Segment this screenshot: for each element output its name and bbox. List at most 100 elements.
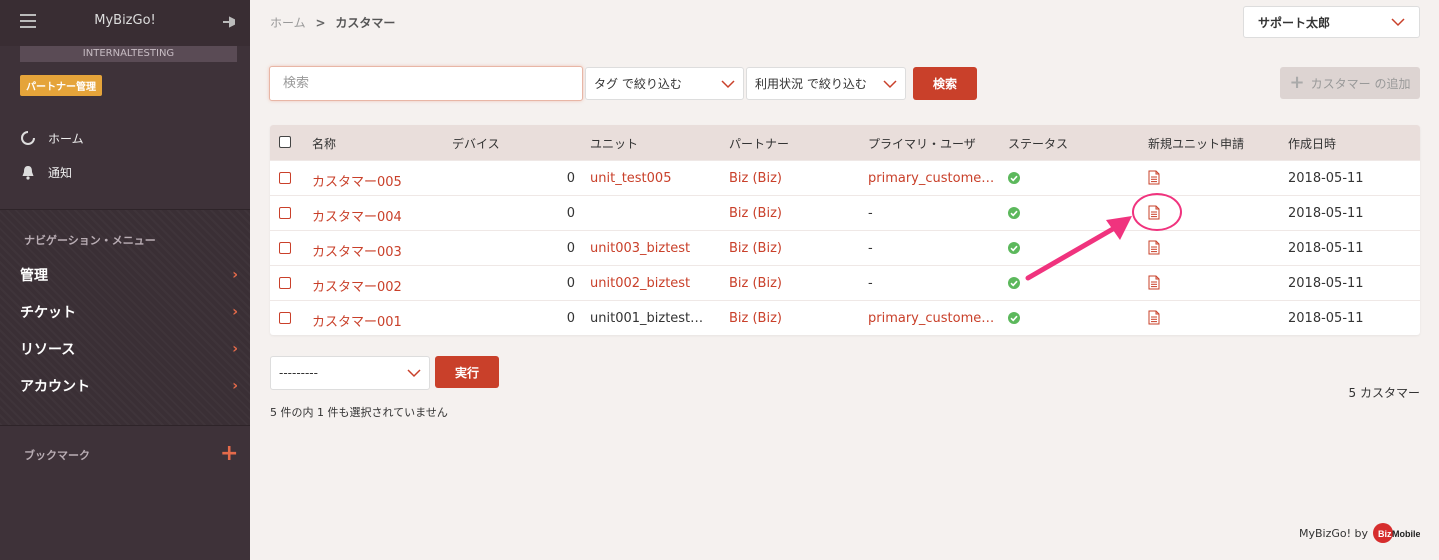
partner-link[interactable]: Biz (Biz) xyxy=(729,206,859,221)
user-menu[interactable]: サポート太郎 xyxy=(1243,6,1420,38)
run-button[interactable]: 実行 xyxy=(435,356,499,388)
footer-text: MyBizGo! by xyxy=(1298,526,1368,540)
device-count: 0 xyxy=(566,276,575,291)
row-checkbox[interactable] xyxy=(279,172,291,184)
add-customer-button[interactable]: + カスタマー の追加 xyxy=(1280,67,1420,99)
document-icon[interactable] xyxy=(1148,170,1160,185)
customer-table: 名称 デバイス ユニット パートナー プライマリ・ユーザ ステータス 新規ユニッ… xyxy=(270,125,1420,335)
nav-item-resources[interactable]: リソース › xyxy=(20,338,238,360)
customer-name-link[interactable]: カスタマー003 xyxy=(312,241,442,260)
document-icon[interactable] xyxy=(1148,275,1160,290)
bookmark-heading: ブックマーク xyxy=(24,449,90,462)
sidebar-link-notifications[interactable]: 通知 xyxy=(20,162,72,182)
primary-user[interactable]: primary_customer001 xyxy=(868,311,995,326)
partner-link[interactable]: Biz (Biz) xyxy=(729,241,859,256)
row-checkbox[interactable] xyxy=(279,242,291,254)
customer-name-link[interactable]: カスタマー004 xyxy=(312,206,442,225)
sidebar: MyBizGo! INTERNALTESTING パートナー管理 ホーム 通知 … xyxy=(0,0,250,560)
nav-item-admin[interactable]: 管理 › xyxy=(20,264,238,286)
created-date: 2018-05-11 xyxy=(1288,276,1364,291)
add-customer-label: カスタマー の追加 xyxy=(1310,76,1411,91)
table-row[interactable]: カスタマー002 0 unit002_biztest Biz (Biz) - 2018-0… xyxy=(270,265,1420,300)
tag-filter-value: タグ で絞り込む xyxy=(594,77,682,91)
column-header-unit[interactable]: ユニット xyxy=(590,135,638,152)
bulk-action-select[interactable]: --------- xyxy=(270,356,430,390)
device-count: 0 xyxy=(566,171,575,186)
unit-cell: unit001_biztest (2) xyxy=(590,311,720,326)
row-checkbox[interactable] xyxy=(279,207,291,219)
chevron-right-icon: › xyxy=(232,378,238,394)
status-ok-icon xyxy=(1008,277,1020,289)
breadcrumb-home[interactable]: ホーム xyxy=(270,16,306,30)
footer: MyBizGo! by Biz Mobile xyxy=(1298,518,1421,548)
nav-item-label: リソース xyxy=(20,342,76,358)
nav-item-account[interactable]: アカウント › xyxy=(20,375,238,397)
column-header-created[interactable]: 作成日時 xyxy=(1288,135,1336,152)
nav-item-label: 管理 xyxy=(20,268,48,284)
chevron-right-icon: › xyxy=(232,341,238,357)
search-button[interactable]: 検索 xyxy=(913,67,977,100)
table-row[interactable]: カスタマー004 0 Biz (Biz) - 2018-05-11 xyxy=(270,195,1420,230)
device-count: 0 xyxy=(566,241,575,256)
annotation-arrow-icon xyxy=(1025,216,1132,281)
customer-name-link[interactable]: カスタマー005 xyxy=(312,171,442,190)
selection-status: 5 件の内 1 件も選択されていません xyxy=(270,406,448,419)
partner-badge[interactable]: パートナー管理 xyxy=(20,75,102,96)
partner-link[interactable]: Biz (Biz) xyxy=(729,311,859,326)
unit-link[interactable]: unit_test005 xyxy=(590,171,720,186)
sidebar-header: MyBizGo! xyxy=(0,0,250,46)
tag-filter-select[interactable]: タグ で絞り込む xyxy=(585,67,744,100)
chevron-down-icon xyxy=(721,79,735,88)
pin-icon[interactable] xyxy=(220,13,238,31)
sidebar-link-home[interactable]: ホーム xyxy=(20,128,84,148)
unit-link[interactable]: unit003_biztest xyxy=(590,241,720,256)
status-ok-icon xyxy=(1008,312,1020,324)
unit-count[interactable]: (2) xyxy=(702,311,720,326)
primary-user: - xyxy=(868,276,873,291)
table-row[interactable]: カスタマー001 0 unit001_biztest (2) Biz (Biz) prim… xyxy=(270,300,1420,335)
search-input[interactable] xyxy=(269,66,583,101)
status-ok-icon xyxy=(1008,242,1020,254)
partner-link[interactable]: Biz (Biz) xyxy=(729,276,859,291)
created-date: 2018-05-11 xyxy=(1288,171,1364,186)
table-row[interactable]: カスタマー003 0 unit003_biztest Biz (Biz) - 2018-0… xyxy=(270,230,1420,265)
primary-user[interactable]: primary_customer005 xyxy=(868,171,995,186)
nav-item-tickets[interactable]: チケット › xyxy=(20,301,238,323)
spinner-icon xyxy=(20,130,36,146)
divider xyxy=(0,425,250,426)
unit-link[interactable]: unit002_biztest xyxy=(590,276,720,291)
primary-user: - xyxy=(868,206,873,221)
result-count: 5 カスタマー xyxy=(1348,386,1420,400)
app-title: MyBizGo! xyxy=(94,13,156,28)
customer-name-link[interactable]: カスタマー002 xyxy=(312,276,442,295)
breadcrumb-current: カスタマー xyxy=(335,16,396,30)
sidebar-link-label: ホーム xyxy=(48,131,84,146)
customer-name-link[interactable]: カスタマー001 xyxy=(312,311,442,330)
created-date: 2018-05-11 xyxy=(1288,311,1364,326)
chevron-down-icon xyxy=(883,79,897,88)
table-row[interactable]: カスタマー005 0 unit_test005 Biz (Biz) primary_cu… xyxy=(270,160,1420,195)
column-header-primary-user[interactable]: プライマリ・ユーザ xyxy=(868,135,976,152)
select-all-checkbox[interactable] xyxy=(279,136,291,148)
status-ok-icon xyxy=(1008,207,1020,219)
table-header: 名称 デバイス ユニット パートナー プライマリ・ユーザ ステータス 新規ユニッ… xyxy=(270,125,1420,160)
column-header-partner[interactable]: パートナー xyxy=(729,135,789,152)
status-filter-value: 利用状況 で絞り込む xyxy=(755,77,867,91)
partner-link[interactable]: Biz (Biz) xyxy=(729,171,859,186)
svg-text:Biz: Biz xyxy=(1378,529,1392,539)
column-header-name[interactable]: 名称 xyxy=(312,135,336,152)
unit-name: unit001_biztest xyxy=(590,311,691,326)
column-header-unit-request[interactable]: 新規ユニット申請 xyxy=(1148,135,1244,152)
status-filter-select[interactable]: 利用状況 で絞り込む xyxy=(746,67,906,100)
bell-icon xyxy=(20,164,36,180)
row-checkbox[interactable] xyxy=(279,277,291,289)
breadcrumb-separator: > xyxy=(315,16,326,30)
document-icon[interactable] xyxy=(1148,240,1160,255)
sidebar-link-label: 通知 xyxy=(48,165,73,180)
document-icon[interactable] xyxy=(1148,310,1160,325)
unit-count-value: 2 xyxy=(707,311,716,326)
column-header-devices[interactable]: デバイス xyxy=(452,135,500,152)
add-bookmark-icon[interactable]: + xyxy=(220,443,238,465)
row-checkbox[interactable] xyxy=(279,312,291,324)
column-header-status[interactable]: ステータス xyxy=(1008,135,1068,152)
